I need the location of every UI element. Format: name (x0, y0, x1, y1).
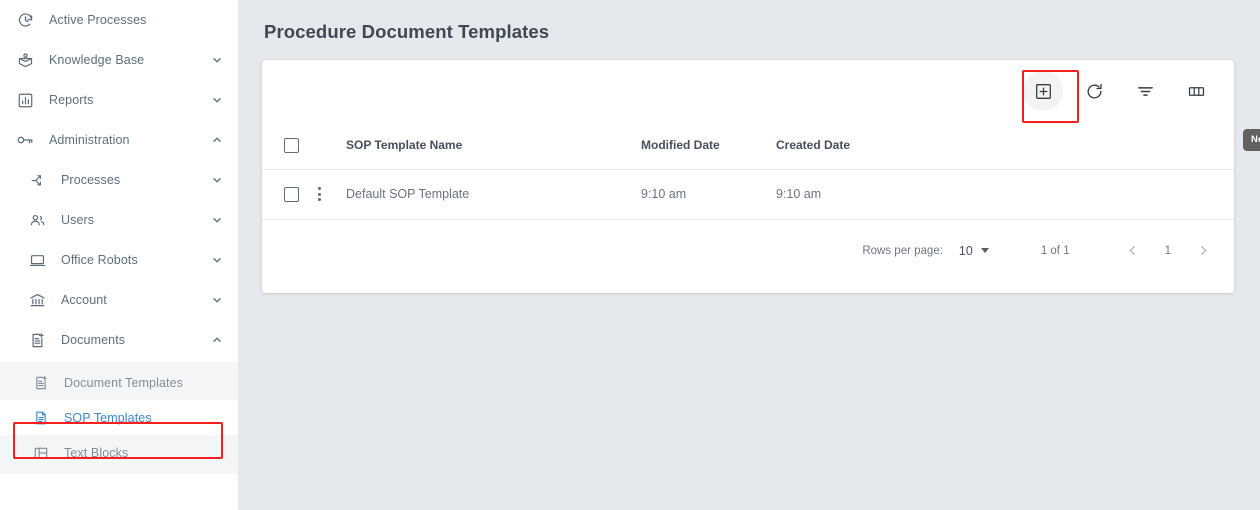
page-range-label: 1 of 1 (1040, 244, 1070, 257)
sidebar-item-users[interactable]: Users (0, 200, 238, 240)
row-actions-menu-icon[interactable] (310, 185, 328, 203)
sidebar-item-account[interactable]: Account (0, 280, 238, 320)
row-menu-cell (310, 169, 346, 220)
column-header-modified-date[interactable]: Modified Date (641, 122, 776, 170)
sidebar-item-label: Reports (49, 93, 94, 107)
table-pagination: Rows per page: 10 1 of 1 1 (262, 220, 1234, 282)
sidebar-item-label: Administration (49, 133, 130, 147)
sidebar-item-label: Account (61, 293, 107, 307)
table-toolbar (262, 60, 1234, 122)
users-icon (26, 209, 48, 231)
sidebar-item-text-blocks[interactable]: Text Blocks (0, 435, 238, 470)
knowledge-book-icon (14, 49, 36, 71)
sidebar-item-label: Text Blocks (64, 445, 129, 460)
sop-templates-card: SOP Template Name Modified Date Created … (262, 60, 1234, 293)
chevron-down-icon[interactable] (210, 253, 224, 267)
sidebar-item-sop-templates[interactable]: SOP Templates (0, 400, 238, 435)
new-sop-template-button[interactable] (1023, 71, 1063, 111)
application-window: Active Processes Knowledge Base Reports … (0, 0, 1260, 510)
sidebar-item-knowledge-base[interactable]: Knowledge Base (0, 40, 238, 80)
rows-per-page-label: Rows per page: (862, 244, 943, 257)
new-sop-template-tooltip: New SOP Template (1243, 129, 1260, 151)
table-header-row: SOP Template Name Modified Date Created … (262, 122, 1234, 170)
sidebar-item-label: Office Robots (61, 253, 138, 267)
row-checkbox[interactable] (284, 186, 299, 202)
next-page-icon[interactable] (1197, 244, 1210, 257)
document-plus-icon (30, 372, 52, 394)
chevron-down-icon[interactable] (210, 53, 224, 67)
no-chevron (210, 13, 224, 27)
sidebar-item-label: Knowledge Base (49, 53, 145, 67)
bar-chart-icon (14, 89, 36, 111)
filter-button[interactable] (1125, 71, 1165, 111)
refresh-button[interactable] (1074, 71, 1114, 111)
document-plus-icon (26, 329, 48, 351)
cell-created-date: 9:10 am (776, 169, 1234, 220)
select-all-checkbox[interactable] (284, 137, 299, 153)
sidebar-item-label: Processes (61, 173, 121, 187)
chevron-down-icon[interactable] (210, 173, 224, 187)
columns-button[interactable] (1176, 71, 1216, 111)
pagination-nav: 1 (1126, 244, 1210, 257)
sidebar-navigation: Active Processes Knowledge Base Reports … (0, 0, 238, 510)
sidebar-item-label: Documents (61, 333, 126, 347)
sidebar-item-office-robots[interactable]: Office Robots (0, 240, 238, 280)
table-row[interactable]: Default SOP Template 9:10 am 9:10 am (262, 169, 1234, 220)
chevron-down-icon[interactable] (210, 213, 224, 227)
main-content: Procedure Document Templates SOP Templat… (238, 0, 1260, 510)
bank-icon (26, 289, 48, 311)
sidebar-item-document-templates[interactable]: Document Templates (0, 365, 238, 400)
rows-per-page-value: 10 (958, 243, 973, 258)
sidebar-item-label: Active Processes (49, 13, 147, 27)
row-select-cell (262, 169, 310, 220)
previous-page-icon[interactable] (1126, 244, 1139, 257)
chevron-down-icon[interactable] (210, 93, 224, 107)
chevron-down-icon (980, 248, 989, 253)
sidebar-item-reports[interactable]: Reports (0, 80, 238, 120)
select-all-header (262, 122, 310, 170)
text-blocks-icon (30, 442, 52, 464)
chevron-up-icon[interactable] (210, 133, 224, 147)
rows-per-page-select[interactable]: 10 (959, 244, 989, 258)
sidebar-item-label: SOP Templates (64, 410, 152, 425)
sidebar-item-active-processes[interactable]: Active Processes (0, 0, 238, 40)
process-flow-icon (26, 169, 48, 191)
current-page-number[interactable]: 1 (1165, 245, 1171, 257)
sidebar-item-administration[interactable]: Administration (0, 120, 238, 160)
cell-modified-date: 9:10 am (641, 169, 776, 220)
filter-icon (1136, 82, 1155, 101)
row-menu-header (310, 122, 346, 170)
page-title: Procedure Document Templates (264, 21, 550, 42)
cell-template-name: Default SOP Template (346, 169, 641, 220)
plus-box-icon (1034, 82, 1053, 101)
columns-icon (1187, 82, 1206, 101)
monitor-icon (26, 249, 48, 271)
sidebar-item-processes[interactable]: Processes (0, 160, 238, 200)
chevron-down-icon[interactable] (210, 293, 224, 307)
chevron-up-icon[interactable] (210, 333, 224, 347)
sidebar-item-documents[interactable]: Documents (0, 320, 238, 360)
refresh-icon (1085, 82, 1104, 101)
document-lines-icon (30, 407, 52, 429)
key-icon (14, 129, 36, 151)
column-header-created-date[interactable]: Created Date (776, 122, 1234, 170)
sidebar-item-label: Document Templates (64, 375, 183, 390)
documents-submenu: Document Templates SOP Templates Text Bl… (0, 362, 238, 474)
history-clock-icon (14, 9, 36, 31)
sidebar-item-label: Users (61, 213, 95, 227)
column-header-name[interactable]: SOP Template Name (346, 122, 641, 170)
sop-templates-table: SOP Template Name Modified Date Created … (262, 122, 1234, 220)
